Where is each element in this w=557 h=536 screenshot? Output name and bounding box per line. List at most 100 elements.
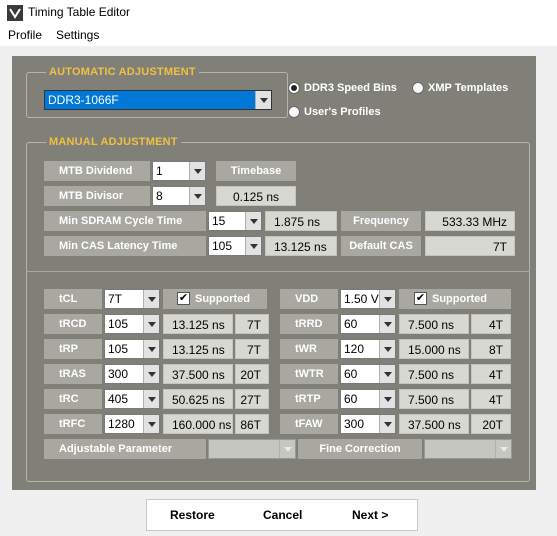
chevron-down-icon[interactable]	[379, 365, 395, 383]
min-cas-latency-select[interactable]: 105	[208, 236, 262, 256]
chevron-down-icon[interactable]	[189, 162, 205, 180]
twr-select[interactable]: 120	[340, 339, 396, 359]
trcd-t: 7T	[235, 314, 269, 334]
vdd-value: 1.50 V	[344, 292, 379, 306]
vdd-supported-cell: ✔ Supported	[399, 289, 511, 309]
timing-label-trfc: tRFC	[44, 414, 102, 434]
trc-t: 27T	[235, 389, 269, 409]
trtp-select[interactable]: 60	[340, 389, 396, 409]
radio-checked-icon[interactable]	[288, 82, 300, 94]
trrd-t: 4T	[471, 314, 511, 334]
chevron-down-icon[interactable]	[379, 315, 395, 333]
trc-value: 405	[108, 392, 129, 406]
trc-select[interactable]: 405	[104, 389, 160, 409]
profile-select[interactable]: DDR3-1066F	[44, 90, 272, 110]
fine-correction-label: Fine Correction	[298, 439, 422, 459]
min-cas-latency-ns: 13.125 ns	[265, 236, 337, 256]
chevron-down-icon[interactable]	[143, 390, 159, 408]
radio-users-profiles[interactable]: User's Profiles	[288, 105, 408, 121]
tras-select[interactable]: 300	[104, 364, 160, 384]
automatic-adjustment-title: AUTOMATIC ADJUSTMENT	[46, 66, 199, 78]
mtb-divisor-select[interactable]: 8	[152, 186, 206, 206]
menu-settings[interactable]: Settings	[56, 28, 99, 42]
min-cycle-time-ns: 1.875 ns	[265, 211, 337, 231]
radio-xmp-label: XMP Templates	[428, 82, 509, 94]
chevron-down-icon[interactable]	[379, 415, 395, 433]
tcl-supported-cell: ✔ Supported	[163, 289, 267, 309]
chevron-down-icon[interactable]	[143, 415, 159, 433]
mtb-dividend-label: MTB Dividend	[44, 161, 150, 181]
timing-label-trcd: tRCD	[44, 314, 102, 334]
radio-icon[interactable]	[288, 106, 300, 118]
restore-button[interactable]: Restore	[170, 508, 215, 522]
trcd-select[interactable]: 105	[104, 314, 160, 334]
chevron-down-icon[interactable]	[379, 340, 395, 358]
trrd-select[interactable]: 60	[340, 314, 396, 334]
timebase-label: Timebase	[216, 161, 296, 181]
adjustable-parameter-select[interactable]	[208, 439, 296, 459]
trp-select[interactable]: 105	[104, 339, 160, 359]
mtb-dividend-select[interactable]: 1	[152, 161, 206, 181]
chevron-down-icon[interactable]	[189, 187, 205, 205]
tras-value: 300	[108, 367, 129, 381]
tras-t: 20T	[235, 364, 269, 384]
twr-ns: 15.000 ns	[399, 339, 469, 359]
checkbox-checked-icon[interactable]: ✔	[414, 292, 427, 305]
chevron-down-icon[interactable]	[255, 91, 271, 109]
chevron-down-icon[interactable]	[143, 290, 159, 308]
fine-correction-select[interactable]	[424, 439, 512, 459]
tfaw-ns: 37.500 ns	[399, 414, 469, 434]
trp-t: 7T	[235, 339, 269, 359]
chevron-down-icon[interactable]	[143, 340, 159, 358]
vdd-select[interactable]: 1.50 V	[340, 289, 396, 309]
chevron-down-icon[interactable]	[379, 390, 395, 408]
next-button[interactable]: Next >	[352, 508, 388, 522]
chevron-down-icon[interactable]	[143, 365, 159, 383]
tcl-label: tCL	[44, 289, 102, 309]
app-icon	[7, 5, 23, 21]
menu-profile[interactable]: Profile	[8, 28, 42, 42]
manual-adjustment-title: MANUAL ADJUSTMENT	[46, 136, 181, 148]
radio-icon[interactable]	[412, 82, 424, 94]
checkbox-checked-icon[interactable]: ✔	[177, 292, 190, 305]
button-bar: Restore Cancel Next >	[146, 499, 418, 531]
chevron-down-icon[interactable]	[495, 440, 511, 458]
separator	[26, 271, 530, 272]
trtp-ns: 7.500 ns	[399, 389, 469, 409]
tcl-select[interactable]: 7T	[104, 289, 160, 309]
frequency-value: 533.33 MHz	[425, 211, 515, 231]
min-cycle-time-select[interactable]: 15	[208, 211, 262, 231]
main-panel: AUTOMATIC ADJUSTMENT DDR3-1066F DDR3 Spe…	[12, 56, 536, 490]
trp-value: 105	[108, 342, 129, 356]
chevron-down-icon[interactable]	[379, 290, 395, 308]
trfc-select[interactable]: 1280	[104, 414, 160, 434]
chevron-down-icon[interactable]	[143, 315, 159, 333]
timing-label-trrd: tRRD	[280, 314, 338, 334]
tcl-supported-label: Supported	[195, 293, 250, 305]
tfaw-t: 20T	[471, 414, 511, 434]
tcl-value: 7T	[108, 292, 123, 306]
cancel-button[interactable]: Cancel	[263, 508, 302, 522]
twtr-t: 4T	[471, 364, 511, 384]
mtb-divisor-label: MTB Divisor	[44, 186, 150, 206]
profile-select-value: DDR3-1066F	[48, 93, 119, 107]
min-cas-latency-value: 105	[212, 239, 233, 253]
radio-speed-bins[interactable]: DDR3 Speed Bins	[288, 81, 408, 97]
trp-ns: 13.125 ns	[163, 339, 233, 359]
twtr-select[interactable]: 60	[340, 364, 396, 384]
trfc-t: 86T	[235, 414, 269, 434]
chevron-down-icon[interactable]	[245, 237, 261, 255]
timing-label-trp: tRP	[44, 339, 102, 359]
tfaw-select[interactable]: 300	[340, 414, 396, 434]
frequency-label: Frequency	[341, 211, 421, 231]
timing-label-tras: tRAS	[44, 364, 102, 384]
chevron-down-icon[interactable]	[245, 212, 261, 230]
timing-label-twtr: tWTR	[280, 364, 338, 384]
tfaw-value: 300	[344, 417, 365, 431]
timing-label-tfaw: tFAW	[280, 414, 338, 434]
timing-label-twr: tWR	[280, 339, 338, 359]
chevron-down-icon[interactable]	[279, 440, 295, 458]
trfc-ns: 160.000 ns	[163, 414, 233, 434]
radio-xmp-templates[interactable]: XMP Templates	[412, 81, 532, 97]
trrd-ns: 7.500 ns	[399, 314, 469, 334]
